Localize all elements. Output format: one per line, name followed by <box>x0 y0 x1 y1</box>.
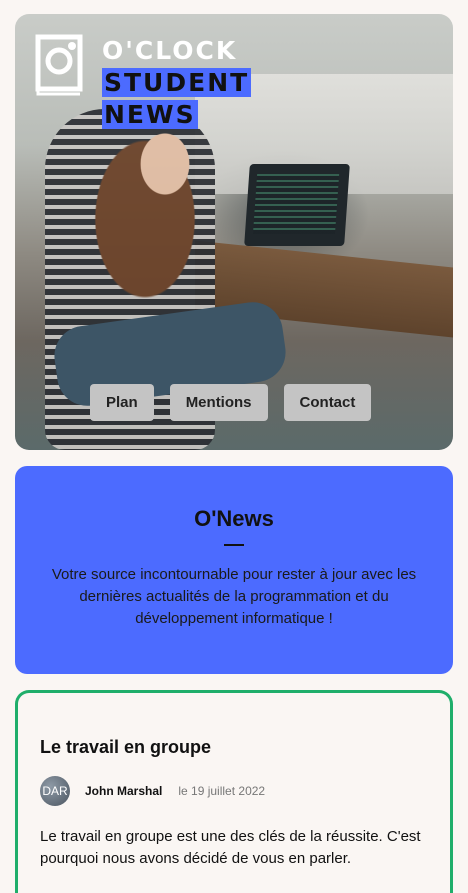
site-title-plain: O'CLOCK <box>102 36 238 65</box>
clock-logo-icon <box>35 34 85 96</box>
site-logo[interactable]: O'CLOCK STUDENT NEWS <box>35 34 372 131</box>
site-title-line-1: O'CLOCK STUDENT <box>102 35 372 99</box>
nav-mentions-button[interactable]: Mentions <box>169 384 268 421</box>
article-excerpt: Le travail en groupe est une des clés de… <box>40 828 421 867</box>
article-meta: DAR John Marshal le 19 juillet 2022 <box>40 776 450 806</box>
hero-header: O'CLOCK STUDENT NEWS Plan Mentions Conta… <box>15 14 453 450</box>
article-author: John Marshal <box>85 784 163 798</box>
main-nav: Plan Mentions Contact <box>90 384 372 421</box>
nav-plan-button[interactable]: Plan <box>90 384 154 421</box>
intro-divider <box>224 544 244 546</box>
avatar: DAR <box>40 776 70 806</box>
site-title-highlight: STUDENT <box>102 68 252 97</box>
article-title[interactable]: Le travail en groupe <box>40 737 450 758</box>
site-title-line-2: NEWS <box>102 99 372 131</box>
hero-photo-laptop <box>244 164 350 246</box>
site-title: O'CLOCK STUDENT NEWS <box>102 35 372 131</box>
intro-section: O'News Votre source incontournable pour … <box>15 466 453 674</box>
article-date: le 19 juillet 2022 <box>178 784 266 798</box>
site-title-highlight-2: NEWS <box>102 100 198 129</box>
article-card[interactable]: Le travail en groupe DAR John Marshal le… <box>15 690 453 893</box>
intro-title: O'News <box>194 506 274 531</box>
nav-contact-button[interactable]: Contact <box>283 384 372 421</box>
intro-text: Votre source incontournable pour rester … <box>51 566 417 627</box>
